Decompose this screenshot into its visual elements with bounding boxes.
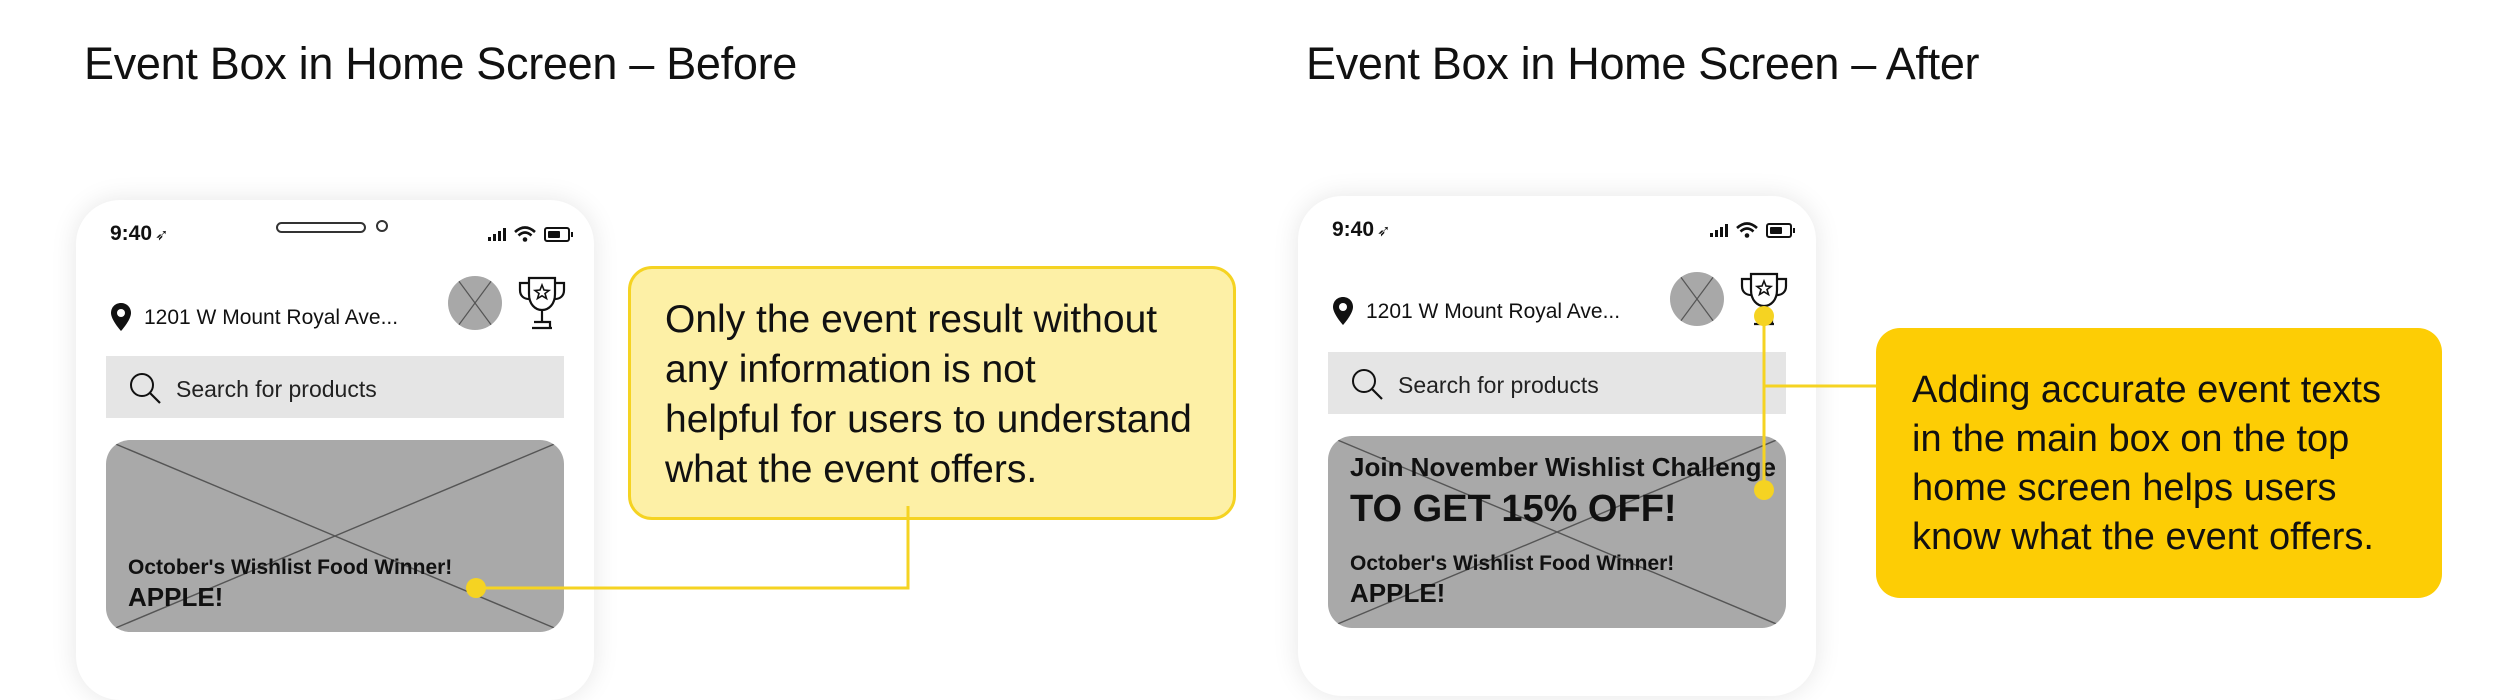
connector-dot-after-top	[1754, 306, 1774, 326]
connector-dot-before	[466, 578, 486, 598]
connector-dot-after-bottom	[1754, 480, 1774, 500]
connector-lines	[466, 306, 1876, 598]
connector-before	[476, 506, 910, 590]
